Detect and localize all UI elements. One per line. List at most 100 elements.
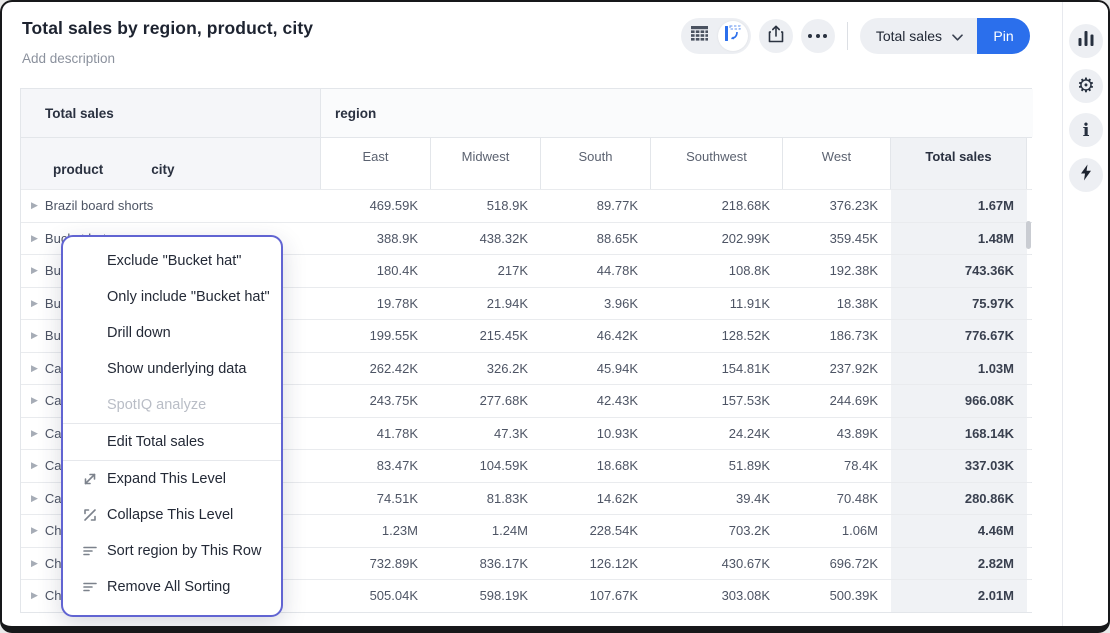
column-header-total[interactable]: Total sales: [891, 138, 1027, 189]
value-cell[interactable]: 1.23M: [321, 515, 431, 547]
value-cell[interactable]: 14.62K: [541, 483, 651, 515]
column-header-west[interactable]: West: [783, 138, 891, 189]
value-cell[interactable]: 217K: [431, 255, 541, 287]
share-button[interactable]: [759, 19, 793, 53]
value-cell[interactable]: 326.2K: [431, 353, 541, 385]
value-cell[interactable]: 202.99K: [651, 223, 783, 255]
row-total-cell[interactable]: 966.08K: [891, 385, 1027, 417]
expand-row-icon[interactable]: ▶: [31, 494, 38, 503]
value-cell[interactable]: 518.9K: [431, 190, 541, 222]
menu-item[interactable]: Only include "Bucket hat": [63, 279, 281, 315]
expand-row-icon[interactable]: ▶: [31, 234, 38, 243]
value-cell[interactable]: 836.17K: [431, 548, 541, 580]
value-cell[interactable]: 228.54K: [541, 515, 651, 547]
value-cell[interactable]: 128.52K: [651, 320, 783, 352]
expand-row-icon[interactable]: ▶: [31, 299, 38, 308]
value-cell[interactable]: 215.45K: [431, 320, 541, 352]
column-header-midwest[interactable]: Midwest: [431, 138, 541, 189]
add-description-link[interactable]: Add description: [22, 51, 115, 66]
value-cell[interactable]: 81.83K: [431, 483, 541, 515]
value-cell[interactable]: 500.39K: [783, 580, 891, 612]
value-cell[interactable]: 388.9K: [321, 223, 431, 255]
menu-item[interactable]: Show underlying data: [63, 351, 281, 387]
row-total-cell[interactable]: 1.48M: [891, 223, 1027, 255]
value-cell[interactable]: 262.42K: [321, 353, 431, 385]
value-cell[interactable]: 126.12K: [541, 548, 651, 580]
chart-panel-button[interactable]: [1069, 24, 1103, 58]
value-cell[interactable]: 696.72K: [783, 548, 891, 580]
value-cell[interactable]: 18.68K: [541, 450, 651, 482]
value-cell[interactable]: 732.89K: [321, 548, 431, 580]
value-cell[interactable]: 154.81K: [651, 353, 783, 385]
dimension-city-header[interactable]: city: [151, 162, 174, 177]
value-cell[interactable]: 88.65K: [541, 223, 651, 255]
vertical-scrollbar-thumb[interactable]: [1026, 221, 1031, 249]
row-total-cell[interactable]: 337.03K: [891, 450, 1027, 482]
menu-item[interactable]: Drill down: [63, 315, 281, 351]
row-label-cell[interactable]: ▶Brazil board shorts: [21, 190, 321, 222]
value-cell[interactable]: 438.32K: [431, 223, 541, 255]
value-cell[interactable]: 11.91K: [651, 288, 783, 320]
value-cell[interactable]: 703.2K: [651, 515, 783, 547]
row-total-cell[interactable]: 1.03M: [891, 353, 1027, 385]
value-cell[interactable]: 469.59K: [321, 190, 431, 222]
value-cell[interactable]: 41.78K: [321, 418, 431, 450]
value-cell[interactable]: 10.93K: [541, 418, 651, 450]
value-cell[interactable]: 43.89K: [783, 418, 891, 450]
settings-panel-button[interactable]: ⚙: [1069, 69, 1103, 103]
value-cell[interactable]: 277.68K: [431, 385, 541, 417]
value-cell[interactable]: 186.73K: [783, 320, 891, 352]
value-cell[interactable]: 83.47K: [321, 450, 431, 482]
value-cell[interactable]: 108.8K: [651, 255, 783, 287]
value-cell[interactable]: 78.4K: [783, 450, 891, 482]
expand-row-icon[interactable]: ▶: [31, 591, 38, 600]
value-cell[interactable]: 359.45K: [783, 223, 891, 255]
value-cell[interactable]: 19.78K: [321, 288, 431, 320]
pivot-view-button[interactable]: [718, 21, 748, 51]
row-total-cell[interactable]: 743.36K: [891, 255, 1027, 287]
value-cell[interactable]: 104.59K: [431, 450, 541, 482]
value-cell[interactable]: 199.55K: [321, 320, 431, 352]
value-cell[interactable]: 376.23K: [783, 190, 891, 222]
value-cell[interactable]: 192.38K: [783, 255, 891, 287]
value-cell[interactable]: 44.78K: [541, 255, 651, 287]
value-cell[interactable]: 598.19K: [431, 580, 541, 612]
more-options-button[interactable]: [801, 19, 835, 53]
value-cell[interactable]: 244.69K: [783, 385, 891, 417]
column-header-east[interactable]: East: [321, 138, 431, 189]
expand-row-icon[interactable]: ▶: [31, 364, 38, 373]
expand-row-icon[interactable]: ▶: [31, 429, 38, 438]
expand-row-icon[interactable]: ▶: [31, 396, 38, 405]
expand-row-icon[interactable]: ▶: [31, 201, 38, 210]
row-total-cell[interactable]: 776.67K: [891, 320, 1027, 352]
value-cell[interactable]: 18.38K: [783, 288, 891, 320]
value-cell[interactable]: 107.67K: [541, 580, 651, 612]
value-cell[interactable]: 505.04K: [321, 580, 431, 612]
expand-row-icon[interactable]: ▶: [31, 266, 38, 275]
value-cell[interactable]: 24.24K: [651, 418, 783, 450]
value-cell[interactable]: 218.68K: [651, 190, 783, 222]
value-cell[interactable]: 46.42K: [541, 320, 651, 352]
value-cell[interactable]: 1.06M: [783, 515, 891, 547]
expand-row-icon[interactable]: ▶: [31, 559, 38, 568]
value-cell[interactable]: 237.92K: [783, 353, 891, 385]
value-cell[interactable]: 89.77K: [541, 190, 651, 222]
measure-corner-cell[interactable]: Total sales: [21, 89, 321, 137]
menu-item[interactable]: Exclude "Bucket hat": [63, 243, 281, 279]
value-cell[interactable]: 1.24M: [431, 515, 541, 547]
menu-item[interactable]: Edit Total sales: [63, 424, 281, 460]
value-cell[interactable]: 39.4K: [651, 483, 783, 515]
pin-button[interactable]: Pin: [977, 18, 1030, 54]
row-total-cell[interactable]: 280.86K: [891, 483, 1027, 515]
expand-row-icon[interactable]: ▶: [31, 461, 38, 470]
menu-item[interactable]: Remove All Sorting: [63, 569, 281, 605]
row-total-cell[interactable]: 168.14K: [891, 418, 1027, 450]
menu-item[interactable]: Expand This Level: [63, 461, 281, 497]
value-cell[interactable]: 3.96K: [541, 288, 651, 320]
value-cell[interactable]: 51.89K: [651, 450, 783, 482]
expand-row-icon[interactable]: ▶: [31, 526, 38, 535]
value-cell[interactable]: 180.4K: [321, 255, 431, 287]
value-cell[interactable]: 157.53K: [651, 385, 783, 417]
value-cell[interactable]: 303.08K: [651, 580, 783, 612]
value-cell[interactable]: 74.51K: [321, 483, 431, 515]
